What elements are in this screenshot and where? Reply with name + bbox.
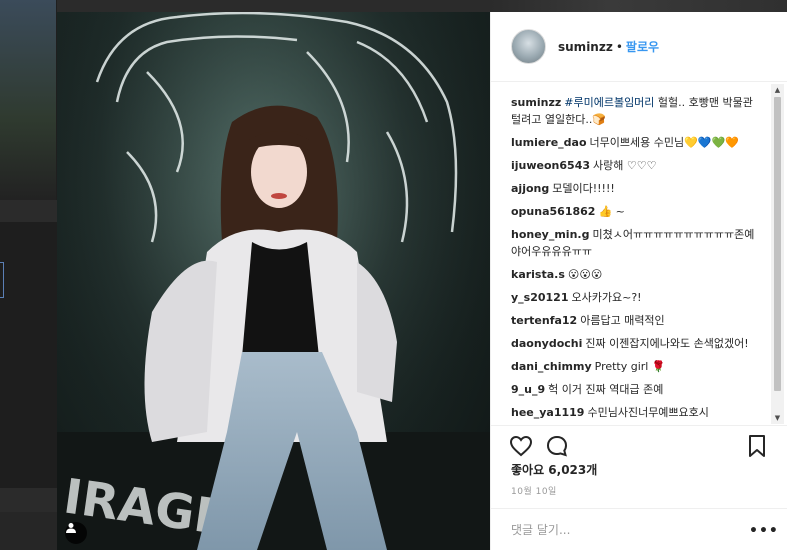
post-side-panel: suminzz • 팔로우 suminzz #루미에르볼임머리 헐헐.. 호빵맨 …: [490, 12, 787, 550]
list-item: opuna561862 👍 ~: [511, 203, 763, 220]
comment-hashtag[interactable]: #루미에르볼임머리: [564, 96, 654, 109]
list-item: ajjong 모델이다!!!!!: [511, 180, 763, 197]
user-tag-icon[interactable]: [65, 522, 87, 544]
bookmark-icon[interactable]: [745, 434, 769, 458]
add-comment-bar: •••: [491, 508, 787, 550]
comment-text: 헉 이거 진짜 역대급 존예: [548, 383, 664, 396]
background-thumbnail: [0, 0, 57, 200]
comment-username[interactable]: opuna561862: [511, 205, 595, 218]
post-header: suminzz • 팔로우: [491, 12, 787, 82]
comment-bubble-icon[interactable]: [545, 434, 569, 458]
comment-username[interactable]: lumiere_dao: [511, 136, 587, 149]
comment-username[interactable]: y_s20121: [511, 291, 569, 304]
comment-username[interactable]: tertenfa12: [511, 314, 577, 327]
likes-count[interactable]: 좋아요 6,023개: [511, 461, 597, 478]
post-photo[interactable]: IRAGE: [57, 12, 490, 550]
list-item: dani_chimmy Pretty girl 🌹: [511, 358, 763, 375]
avatar[interactable]: [511, 29, 546, 64]
heart-icon[interactable]: [509, 434, 533, 458]
list-item: karista.s 😮😮😮: [511, 266, 763, 283]
list-item: hee_ya1119 수민님사진너무예쁘요호시: [511, 404, 763, 421]
follow-button[interactable]: 팔로우: [626, 38, 659, 55]
background-strip: [490, 0, 787, 12]
comment-scrollbar[interactable]: ▲ ▼: [771, 84, 784, 424]
header-separator: •: [615, 39, 623, 54]
comment-username[interactable]: daonydochi: [511, 337, 582, 350]
list-item: honey_min.g 미쳤ㅅ어ㅠㅠㅠㅠㅠㅠㅠㅠㅠㅠ존예야어우유유유ㅠㅠ: [511, 226, 763, 260]
list-item: tertenfa12 아름답고 매력적인: [511, 312, 763, 329]
background-thumbnail: [0, 222, 57, 488]
scrollbar-thumb[interactable]: [774, 97, 781, 391]
comment-text: 모델이다!!!!!: [552, 182, 615, 195]
list-item: 9_u_9 헉 이거 진짜 역대급 존예: [511, 381, 763, 398]
comment-username[interactable]: ijuweon6543: [511, 159, 590, 172]
comment-username[interactable]: 9_u_9: [511, 383, 545, 396]
photo-illustration: IRAGE: [57, 12, 490, 550]
list-item: y_s20121 오사카가요~?!: [511, 289, 763, 306]
comment-username[interactable]: hee_ya1119: [511, 406, 584, 419]
comment-text: 너무이쁘세용 수민님💛💙💚🧡: [589, 136, 739, 149]
comment-text: 👍 ~: [598, 205, 625, 218]
list-item: lumiere_dao 너무이쁘세용 수민님💛💙💚🧡: [511, 134, 763, 151]
comment-username[interactable]: karista.s: [511, 268, 565, 281]
scroll-down-arrow-icon[interactable]: ▼: [771, 412, 784, 424]
scroll-up-arrow-icon[interactable]: ▲: [771, 84, 784, 96]
comment-text: 사랑해 ♡♡♡: [593, 159, 657, 172]
comment-username[interactable]: suminzz: [511, 96, 561, 109]
list-item: ijuweon6543 사랑해 ♡♡♡: [511, 157, 763, 174]
background-thumbnail: [0, 512, 57, 550]
comment-list: suminzz #루미에르볼임머리 헐헐.. 호빵맨 박물관 털려고 열일한다..…: [511, 94, 763, 425]
comment-input[interactable]: [511, 522, 731, 537]
comment-username[interactable]: ajjong: [511, 182, 549, 195]
list-item: daonydochi 진짜 이젠잡지에나와도 손색없겠어!: [511, 335, 763, 352]
comment-username[interactable]: dani_chimmy: [511, 360, 592, 373]
action-bar: [491, 425, 787, 465]
comment-text: 오사카가요~?!: [571, 291, 642, 304]
comment-text: 😮😮😮: [567, 268, 603, 281]
user-silhouette-icon: [66, 523, 76, 533]
comment-text: 진짜 이젠잡지에나와도 손색없겠어!: [585, 337, 749, 350]
more-options-icon[interactable]: •••: [749, 523, 779, 539]
comment-text: 수민님사진너무예쁘요호시: [587, 406, 709, 419]
comment-username[interactable]: honey_min.g: [511, 228, 589, 241]
comment-text: 아름답고 매력적인: [580, 314, 665, 327]
post-date[interactable]: 10월 10일: [511, 484, 557, 497]
post-modal: IRAGE suminzz • 팔로우 suminzz #루미에르볼임머리 헐헐…: [57, 12, 787, 550]
background-edge-marker: [0, 262, 4, 298]
header-username[interactable]: suminzz: [558, 40, 613, 54]
comment-text: Pretty girl 🌹: [594, 360, 666, 373]
list-item: suminzz #루미에르볼임머리 헐헐.. 호빵맨 박물관 털려고 열일한다..…: [511, 94, 763, 128]
